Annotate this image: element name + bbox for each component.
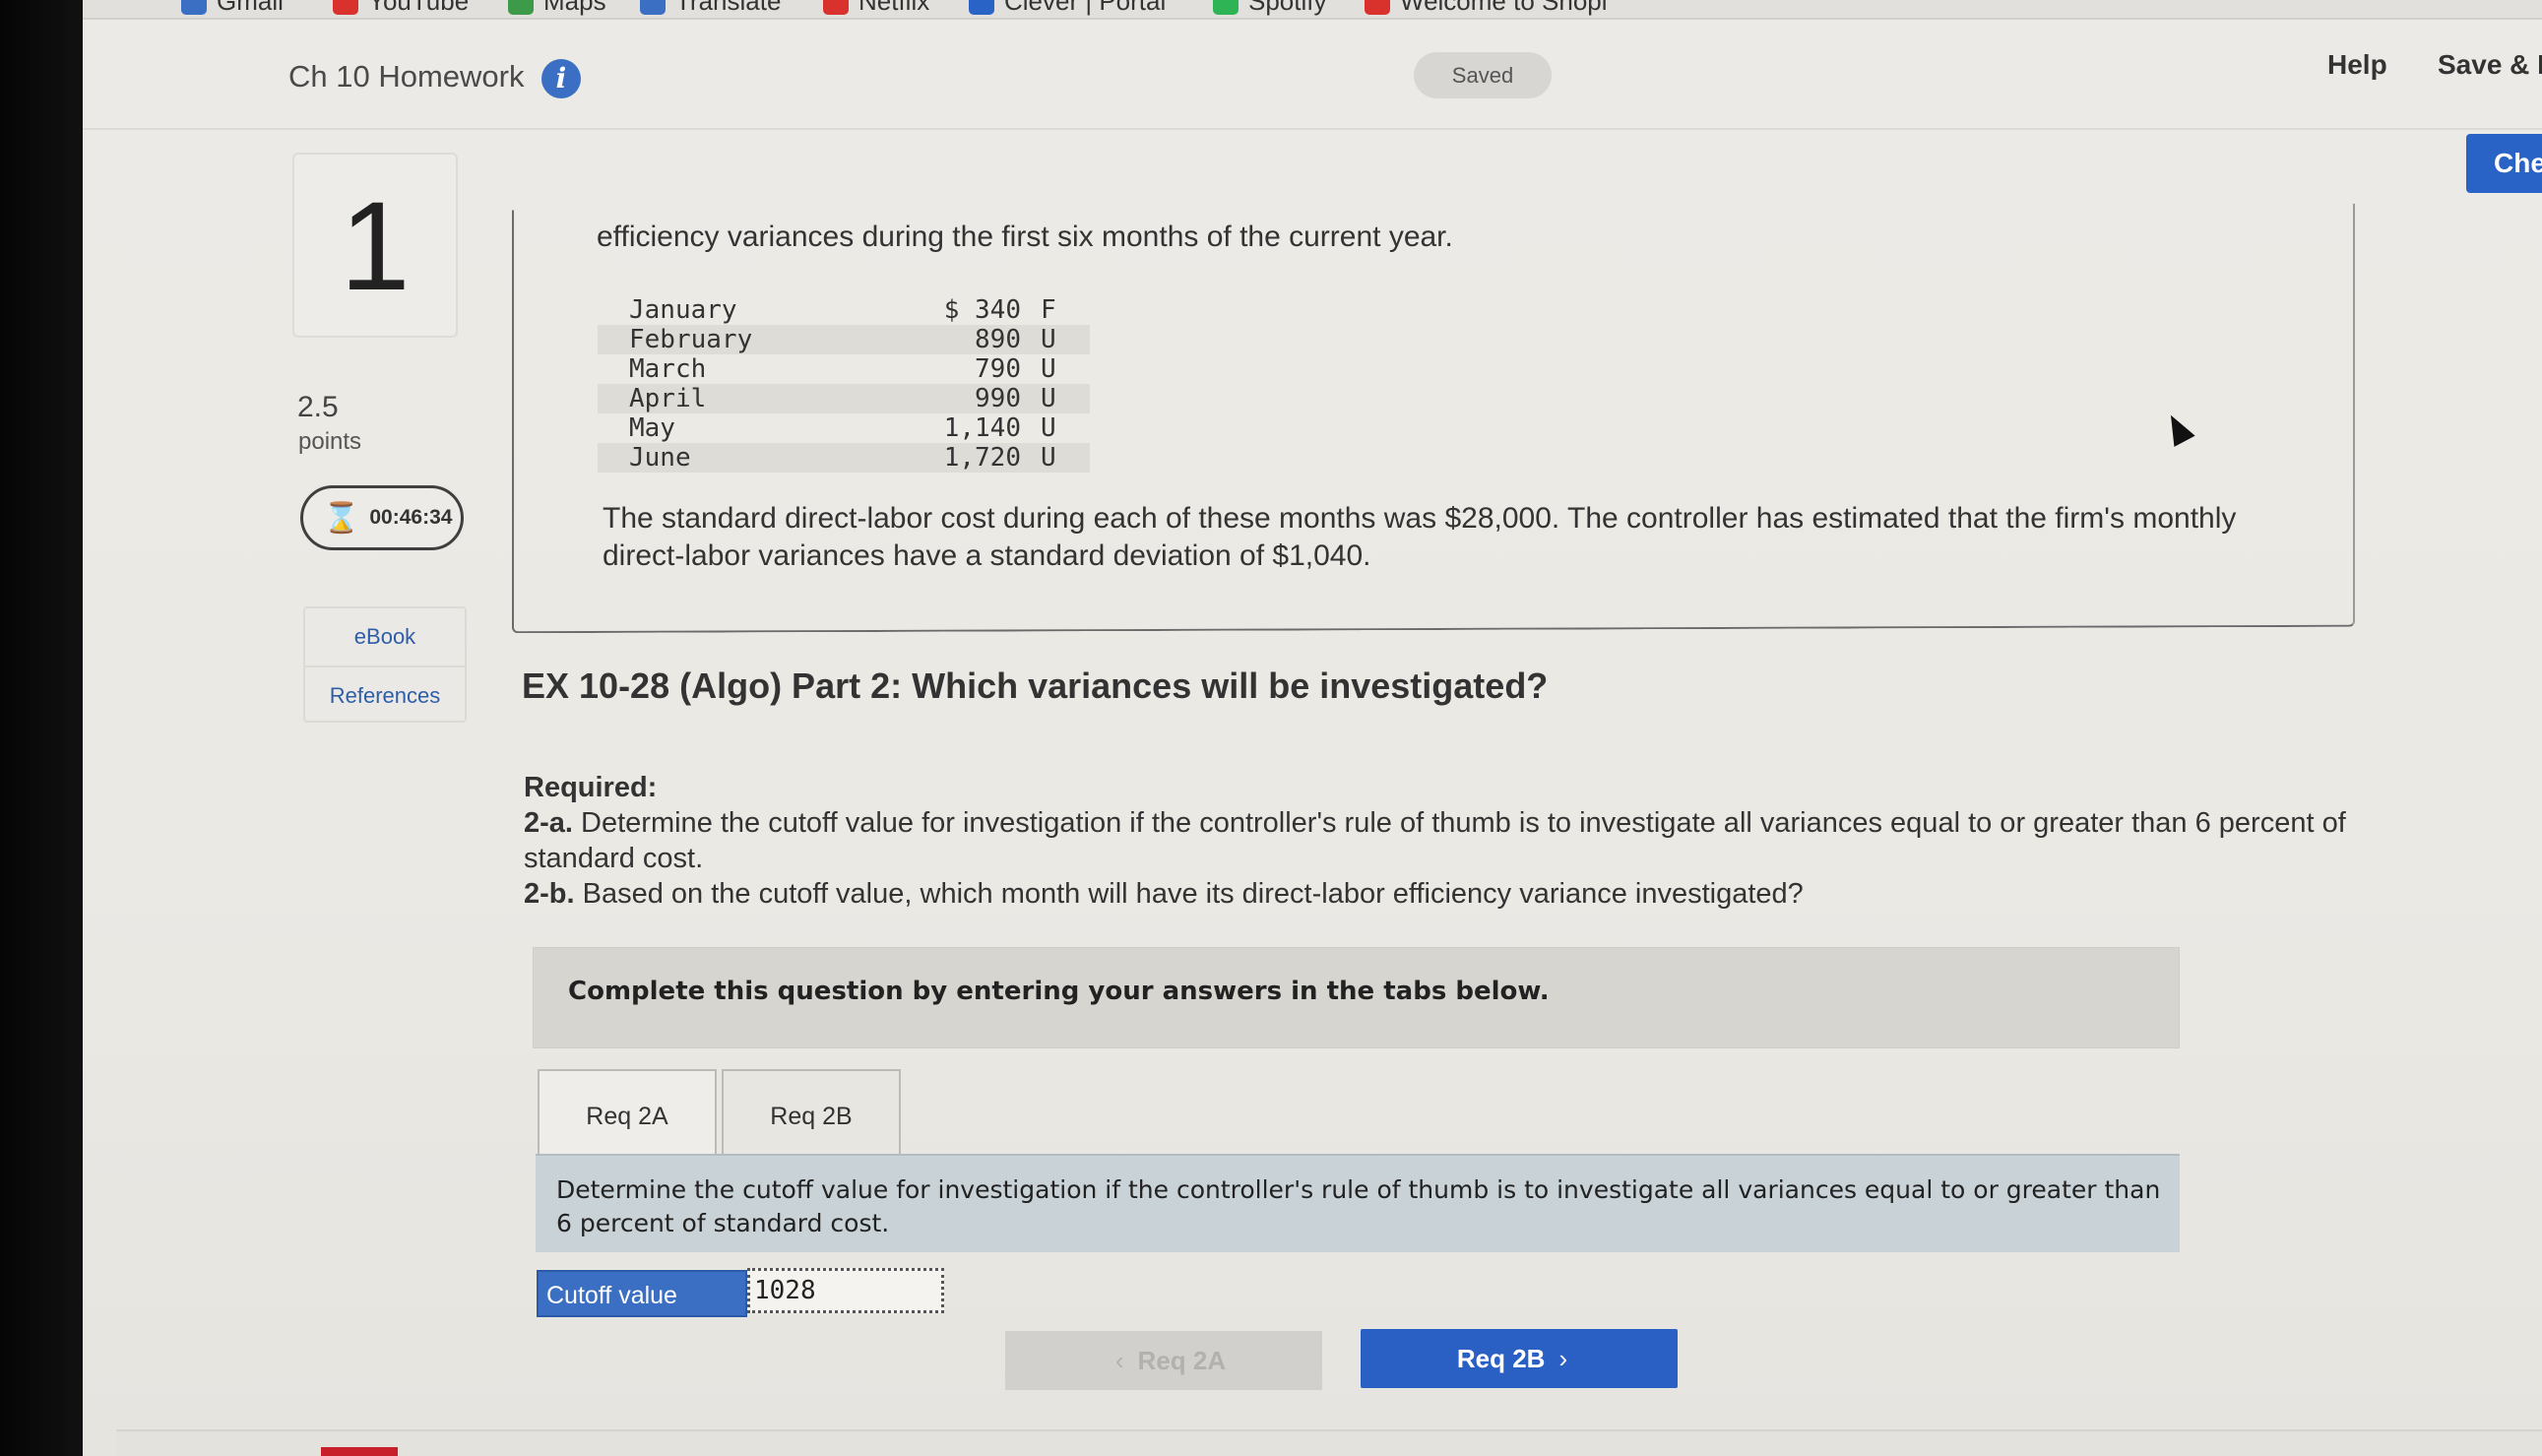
prev-req-button[interactable]: ‹ Req 2A (1005, 1331, 1322, 1390)
bookmark-item[interactable]: Welcome to Shopi (1365, 0, 1608, 17)
bookmark-label: Netflix (858, 0, 930, 16)
resource-links: eBook References (303, 606, 467, 723)
assignment-title: Ch 10 Homework (288, 59, 525, 94)
bookmark-item[interactable]: Spotify (1213, 0, 1327, 17)
question-number[interactable]: 1 (292, 153, 458, 338)
bookmark-item[interactable]: YouTube (333, 0, 469, 17)
chevron-left-icon: ‹ (1114, 1346, 1124, 1375)
req-2b-text: Based on the cutoff value, which month w… (582, 878, 1804, 910)
chevron-right-icon: › (1558, 1344, 1568, 1373)
timer-badge: ⌛ 00:46:34 (300, 485, 464, 550)
variance-row: April 990 U (598, 384, 1090, 413)
bookmark-label: Translate (675, 0, 782, 16)
info-icon[interactable]: i (541, 59, 581, 98)
variance-amount: 1,720 (943, 443, 1021, 473)
points-label: points (298, 428, 362, 455)
bookmark-item[interactable]: Gmail (181, 0, 284, 17)
variance-amount: 990 (975, 384, 1021, 413)
bookmark-label: Gmail (217, 0, 284, 16)
variance-code: U (1041, 384, 1056, 413)
variance-amount: 1,140 (943, 413, 1021, 443)
tab-req-2a[interactable]: Req 2A (538, 1069, 717, 1164)
required-label: Required: (524, 772, 658, 803)
variance-code: U (1041, 413, 1056, 443)
variance-code: U (1041, 354, 1056, 384)
cutoff-value-input[interactable]: 1028 (747, 1268, 944, 1313)
bookmark-favicon-icon (969, 0, 994, 15)
bookmark-item[interactable]: Maps (508, 0, 606, 17)
help-button[interactable]: Help (2327, 49, 2387, 81)
variance-month: June (629, 443, 691, 473)
variance-row: January $ 340 F (598, 295, 1090, 325)
variance-row: February 890 U (598, 325, 1090, 354)
variance-table: January $ 340 F February 890 U March 790 U April 9… (598, 295, 1090, 473)
variance-month: March (629, 354, 707, 384)
check-my-work-button[interactable]: Che (2466, 134, 2542, 193)
points-value: 2.5 (297, 391, 339, 423)
variance-code: U (1041, 325, 1056, 354)
variance-amount: $ 340 (943, 295, 1021, 325)
variance-row: May 1,140 U (598, 413, 1090, 443)
references-link[interactable]: References (305, 665, 465, 723)
save-exit-button[interactable]: Save & E (2438, 49, 2542, 81)
bookmark-favicon-icon (1365, 0, 1390, 15)
bookmark-label: YouTube (368, 0, 470, 16)
ebook-link[interactable]: eBook (305, 608, 465, 665)
bookmark-item[interactable]: Netflix (823, 0, 929, 17)
standard-cost-text: The standard direct-labor cost during ea… (603, 502, 2237, 572)
variance-month: January (629, 295, 737, 325)
saved-status-badge: Saved (1414, 52, 1552, 98)
variance-amount: 890 (975, 325, 1021, 354)
bookmark-label: Spotify (1248, 0, 1327, 16)
bookmark-label: Clever | Portal (1004, 0, 1167, 16)
bookmark-favicon-icon (640, 0, 666, 15)
bookmark-item[interactable]: Clever | Portal (969, 0, 1166, 17)
next-req-label: Req 2B (1456, 1344, 1546, 1373)
variance-code: F (1041, 295, 1056, 325)
variance-month: April (629, 384, 707, 413)
bottom-red-marker (321, 1447, 398, 1456)
bookmark-favicon-icon (823, 0, 849, 15)
req-2a-text: Determine the cutoff value for investiga… (524, 807, 2346, 874)
prev-req-label: Req 2A (1137, 1346, 1227, 1375)
part-title: EX 10-28 (Algo) Part 2: Which variances … (522, 665, 1549, 706)
variance-amount: 790 (975, 354, 1021, 384)
variance-month: May (629, 413, 675, 443)
req-2b-label: 2-b. (524, 878, 575, 910)
bookmark-favicon-icon (181, 0, 207, 15)
bookmark-item[interactable]: Translate (640, 0, 781, 17)
variance-row: March 790 U (598, 354, 1090, 384)
bookmark-label: Maps (543, 0, 606, 16)
required-section: Required: 2-a. Determine the cutoff valu… (524, 770, 2375, 912)
bookmark-favicon-icon (1213, 0, 1239, 15)
bookmark-favicon-icon (333, 0, 358, 15)
variance-month: February (629, 325, 753, 354)
next-req-button[interactable]: Req 2B › (1361, 1329, 1678, 1388)
problem-intro-text: efficiency variances during the first si… (597, 221, 1453, 253)
hourglass-icon: ⌛ (323, 501, 360, 535)
bookmark-label: Welcome to Shopi (1400, 0, 1608, 16)
req-2a-label: 2-a. (524, 807, 573, 839)
tab-req-2b[interactable]: Req 2B (722, 1069, 901, 1160)
variance-code: U (1041, 443, 1056, 473)
instruction-text: Complete this question by entering your … (568, 977, 1550, 1006)
tab-panel-text: Determine the cutoff value for investiga… (556, 1175, 2161, 1237)
timer-text: 00:46:34 (369, 506, 453, 529)
bookmark-favicon-icon (508, 0, 534, 15)
cutoff-value-label: Cutoff value (537, 1270, 747, 1317)
bookmarks-bar: Gmail YouTube Maps Translate Netflix Clever |… (83, 0, 2542, 20)
bottom-strip (116, 1429, 2542, 1456)
variance-row: June 1,720 U (598, 443, 1090, 473)
